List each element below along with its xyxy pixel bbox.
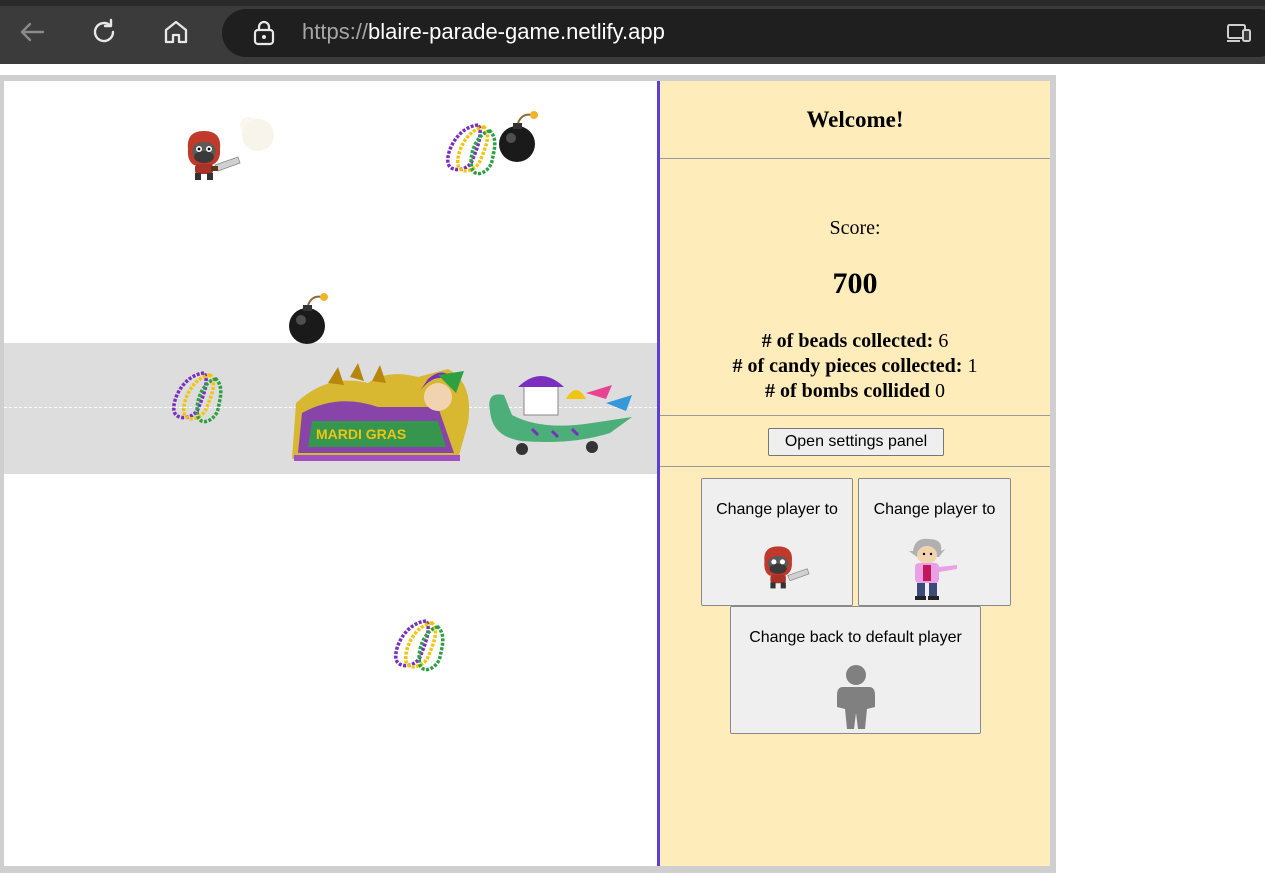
candy-collected-label: # of candy pieces collected: xyxy=(732,355,963,377)
candy-collected-stat: # of candy pieces collected: 1 xyxy=(660,355,1050,378)
person-icon xyxy=(837,665,875,729)
lock-icon[interactable] xyxy=(252,20,276,51)
score-panel: Welcome! Score: 700 # of beads collected… xyxy=(660,81,1050,866)
bombs-collided-stat: # of bombs collided 0 xyxy=(660,380,1050,403)
home-button[interactable] xyxy=(158,14,194,50)
url-scheme: https:// xyxy=(302,19,369,44)
change-player-ninja-button[interactable]: Change player to xyxy=(701,478,853,606)
game-field[interactable]: MARDI GRAS xyxy=(4,81,657,866)
ninja-player-icon xyxy=(764,546,810,589)
bombs-collided-label: # of bombs collided xyxy=(764,380,931,402)
back-button[interactable] xyxy=(14,14,50,50)
welcome-heading: Welcome! xyxy=(806,107,904,132)
score-label: Score: xyxy=(829,217,881,239)
bomb-icon xyxy=(499,111,538,162)
url-text[interactable]: https://blaire-parade-game.netlify.app xyxy=(302,19,665,45)
beads-collected-stat: # of beads collected: 6 xyxy=(660,330,1050,353)
change-default-label: Change back to default player xyxy=(749,629,962,646)
bombs-collided-value: 0 xyxy=(935,380,946,402)
home-icon xyxy=(164,20,188,44)
device-icon[interactable] xyxy=(1226,22,1252,49)
mardi-gras-float-icon: MARDI GRAS xyxy=(292,363,470,461)
tab-strip-edge xyxy=(0,0,1265,6)
change-player-professor-button[interactable]: Change player to xyxy=(858,478,1011,606)
change-player-label: Change player to xyxy=(716,501,838,518)
change-player-label: Change player to xyxy=(873,501,996,518)
url-host: blaire-parade-game.netlify.app xyxy=(368,19,665,44)
faded-candy-icon xyxy=(240,117,274,151)
float-logo-text: MARDI GRAS xyxy=(316,426,406,442)
beads-icon xyxy=(394,619,445,672)
beads-icon xyxy=(172,371,223,424)
open-settings-button[interactable]: Open settings panel xyxy=(768,428,944,456)
professor-player-icon xyxy=(909,538,957,600)
panel-separator xyxy=(660,415,1050,416)
candy-collected-value: 1 xyxy=(967,355,978,377)
bomb-icon xyxy=(289,293,328,344)
reload-button[interactable] xyxy=(86,14,122,50)
beads-icon xyxy=(446,123,497,176)
beads-collected-value: 6 xyxy=(938,330,949,352)
panel-separator xyxy=(660,158,1050,159)
panel-separator xyxy=(660,466,1050,467)
change-default-player-button[interactable]: Change back to default player xyxy=(730,606,981,734)
beads-collected-label: # of beads collected: xyxy=(761,330,934,352)
score-value: 700 xyxy=(832,267,878,300)
reload-icon xyxy=(93,18,115,43)
gator-float-icon xyxy=(489,376,632,455)
browser-toolbar: https://blaire-parade-game.netlify.app xyxy=(0,0,1265,64)
back-arrow-icon xyxy=(20,22,45,42)
